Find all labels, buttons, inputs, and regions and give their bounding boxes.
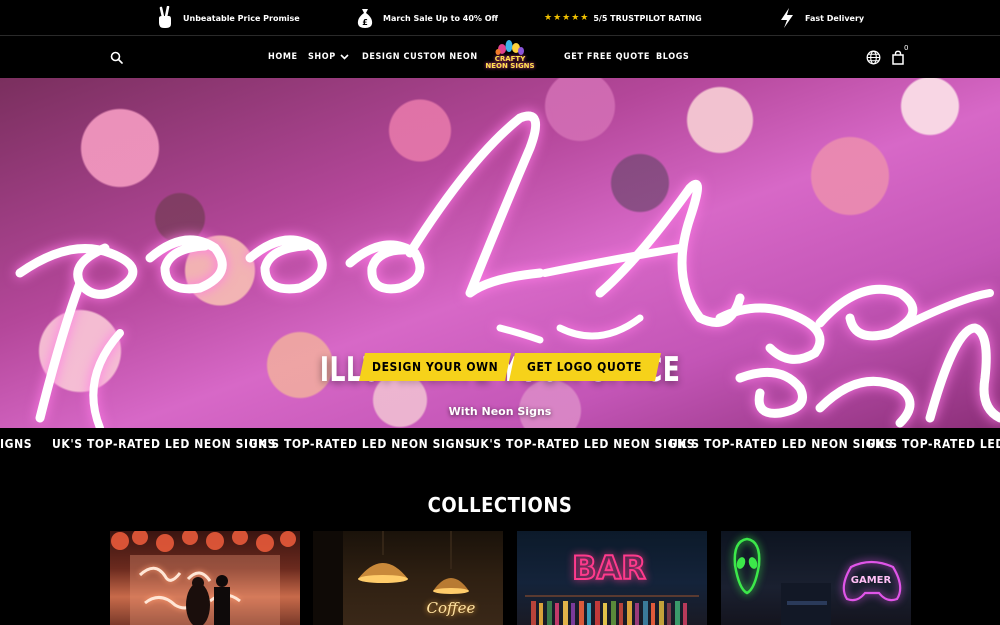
collection-card-bar[interactable]: BAR: [517, 531, 707, 625]
svg-text:BAR: BAR: [572, 549, 646, 587]
marquee-item: UK'S TOP-RATED LED NEON SIGNS: [52, 437, 277, 451]
cart-icon[interactable]: [891, 36, 905, 78]
promo-text: Fast Delivery: [805, 13, 865, 23]
promo-trustpilot: ★★★★★ 5/5 TRUSTPILOT RATING: [544, 0, 702, 36]
peace-hand-icon: [155, 6, 175, 30]
lightning-icon: [777, 6, 797, 30]
money-bag-icon: £: [355, 6, 375, 30]
svg-text:£: £: [362, 18, 368, 27]
get-logo-quote-label: GET LOGO QUOTE: [527, 360, 643, 374]
svg-text:GAMER: GAMER: [851, 575, 892, 586]
promo-text: 5/5 TRUSTPILOT RATING: [593, 13, 702, 23]
nav-get-free-quote[interactable]: GET FREE QUOTE: [564, 36, 650, 78]
promo-text: March Sale Up to 40% Off: [383, 13, 498, 23]
gamer-neon-image: GAMER: [733, 537, 902, 625]
promo-price-promise: Unbeatable Price Promise: [155, 0, 300, 36]
nav-home[interactable]: HOME: [268, 36, 298, 78]
design-your-own-label: DESIGN YOUR OWN: [371, 360, 499, 374]
promo-delivery: Fast Delivery: [777, 0, 864, 36]
promo-bar: Unbeatable Price Promise £ March Sale Up…: [0, 0, 1000, 36]
collection-card-gamer[interactable]: GAMER: [721, 531, 911, 625]
marquee-item: UK'S TOP-RATED LED NEON SIGNS: [471, 437, 696, 451]
star-rating-icon: ★★★★★: [544, 13, 590, 23]
nav-design-custom-neon[interactable]: DESIGN CUSTOM NEON: [362, 36, 478, 78]
globe-icon[interactable]: [866, 36, 881, 78]
marquee-item: UK'S TOP-RATED LED NEON SIGNS: [669, 437, 894, 451]
marquee-strip: IGNS UK'S TOP-RATED LED NEON SIGNS UK'S …: [0, 428, 1000, 460]
wedding-neon-image: [111, 531, 296, 625]
site-logo[interactable]: CRAFTY NEON SIGNS: [483, 38, 537, 76]
nav-shop[interactable]: SHOP: [308, 36, 349, 78]
nav-blogs[interactable]: BLOGS: [656, 36, 689, 78]
get-logo-quote-button[interactable]: GET LOGO QUOTE: [509, 353, 661, 381]
promo-sale: £ March Sale Up to 40% Off: [355, 0, 498, 36]
logo-line-2: NEON SIGNS: [485, 62, 535, 70]
collection-card-coffee[interactable]: Coffee: [313, 531, 503, 625]
collections-heading: COLLECTIONS: [427, 493, 573, 517]
bar-neon-image: BAR: [525, 548, 699, 625]
chevron-down-icon: [340, 54, 349, 60]
svg-text:Coffee: Coffee: [427, 599, 476, 617]
marquee-item: IGNS: [0, 437, 33, 451]
search-icon[interactable]: [110, 36, 123, 78]
marquee-item: UK'S TOP-RATED LED NEON SIGNS: [249, 437, 474, 451]
nav-shop-label: SHOP: [308, 52, 336, 62]
logo-splash-icon: [495, 40, 524, 55]
hero-subtitle: With Neon Signs: [448, 405, 552, 418]
collection-card-wedding[interactable]: [110, 531, 300, 625]
promo-text: Unbeatable Price Promise: [183, 13, 300, 23]
design-your-own-button[interactable]: DESIGN YOUR OWN: [359, 353, 511, 381]
marquee-item: UK'S TOP-RATED LED NEON SIGNS: [867, 437, 1000, 451]
cart-count-badge: 0: [904, 44, 909, 52]
coffee-neon-image: Coffee: [313, 531, 476, 625]
